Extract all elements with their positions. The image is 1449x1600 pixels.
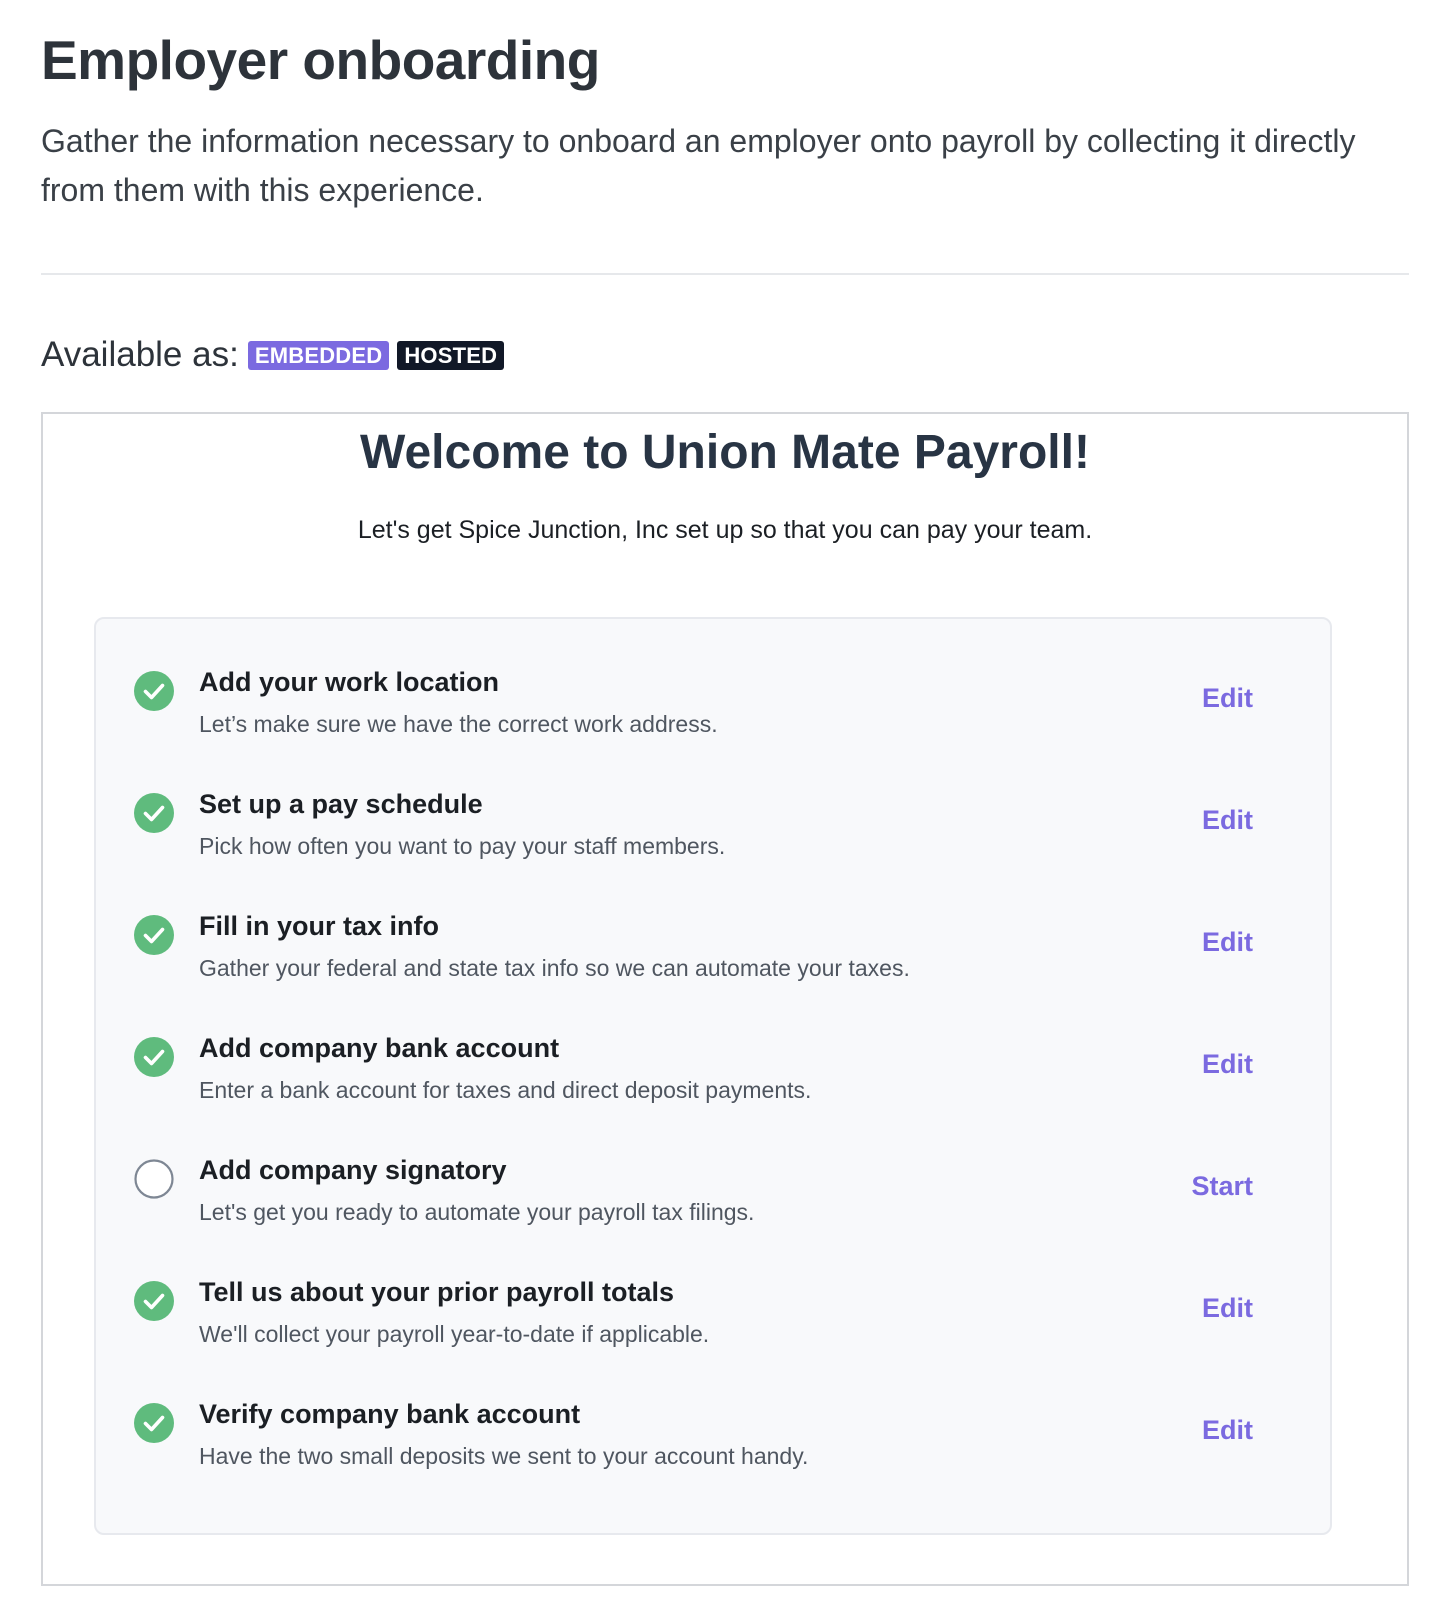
edit-link[interactable]: Edit bbox=[1202, 1291, 1253, 1325]
start-link[interactable]: Start bbox=[1191, 1169, 1253, 1203]
check-circle-icon bbox=[134, 1281, 174, 1321]
check-circle-icon bbox=[134, 915, 174, 955]
onboarding-steps-card: Add your work location Let’s make sure w… bbox=[94, 617, 1332, 1535]
check-circle-icon bbox=[134, 793, 174, 833]
embedded-badge: EMBEDDED bbox=[247, 340, 390, 370]
step-title: Fill in your tax info bbox=[199, 911, 440, 941]
step-description: Have the two small deposits we sent to y… bbox=[199, 1443, 809, 1469]
embedded-preview-frame: Welcome to Union Mate Payroll! Let's get… bbox=[41, 412, 1409, 1586]
step-description: Let's get you ready to automate your pay… bbox=[199, 1199, 755, 1225]
hosted-badge: HOSTED bbox=[397, 340, 505, 370]
page-description: Gather the information necessary to onbo… bbox=[41, 123, 1356, 208]
step-add-company-bank-account: Add company bank account Enter a bank ac… bbox=[96, 1031, 1330, 1141]
check-circle-icon bbox=[134, 1403, 174, 1443]
edit-link[interactable]: Edit bbox=[1202, 681, 1253, 715]
step-prior-payroll-totals: Tell us about your prior payroll totals … bbox=[96, 1275, 1330, 1385]
edit-link[interactable]: Edit bbox=[1202, 1047, 1253, 1081]
step-fill-tax-info: Fill in your tax info Gather your federa… bbox=[96, 909, 1330, 1019]
step-title: Verify company bank account bbox=[199, 1399, 581, 1429]
page-title: Employer onboarding bbox=[41, 29, 600, 91]
edit-link[interactable]: Edit bbox=[1202, 925, 1253, 959]
step-description: Enter a bank account for taxes and direc… bbox=[199, 1077, 812, 1103]
step-title: Add your work location bbox=[199, 667, 500, 697]
divider bbox=[41, 273, 1409, 275]
step-title: Tell us about your prior payroll totals bbox=[199, 1277, 675, 1307]
welcome-title: Welcome to Union Mate Payroll! bbox=[360, 426, 1090, 479]
welcome-subtitle: Let's get Spice Junction, Inc set up so … bbox=[357, 516, 1093, 544]
check-circle-icon bbox=[134, 1037, 174, 1077]
check-circle-icon bbox=[134, 671, 174, 711]
step-title: Add company signatory bbox=[199, 1155, 507, 1185]
step-description: Gather your federal and state tax info s… bbox=[199, 955, 910, 981]
edit-link[interactable]: Edit bbox=[1202, 1413, 1253, 1447]
step-description: Pick how often you want to pay your staf… bbox=[199, 833, 726, 859]
availability-label: Available as: bbox=[41, 335, 239, 374]
step-add-work-location: Add your work location Let’s make sure w… bbox=[96, 665, 1330, 775]
step-title: Add company bank account bbox=[199, 1033, 560, 1063]
step-description: We'll collect your payroll year-to-date … bbox=[199, 1321, 710, 1347]
empty-circle-icon bbox=[134, 1159, 174, 1199]
availability-row: Available as: EMBEDDED HOSTED bbox=[41, 335, 512, 375]
step-set-up-pay-schedule: Set up a pay schedule Pick how often you… bbox=[96, 787, 1330, 897]
step-add-company-signatory: Add company signatory Let's get you read… bbox=[96, 1153, 1330, 1263]
edit-link[interactable]: Edit bbox=[1202, 803, 1253, 837]
step-description: Let’s make sure we have the correct work… bbox=[199, 711, 718, 737]
step-title: Set up a pay schedule bbox=[199, 789, 483, 819]
step-verify-company-bank-account: Verify company bank account Have the two… bbox=[96, 1397, 1330, 1507]
